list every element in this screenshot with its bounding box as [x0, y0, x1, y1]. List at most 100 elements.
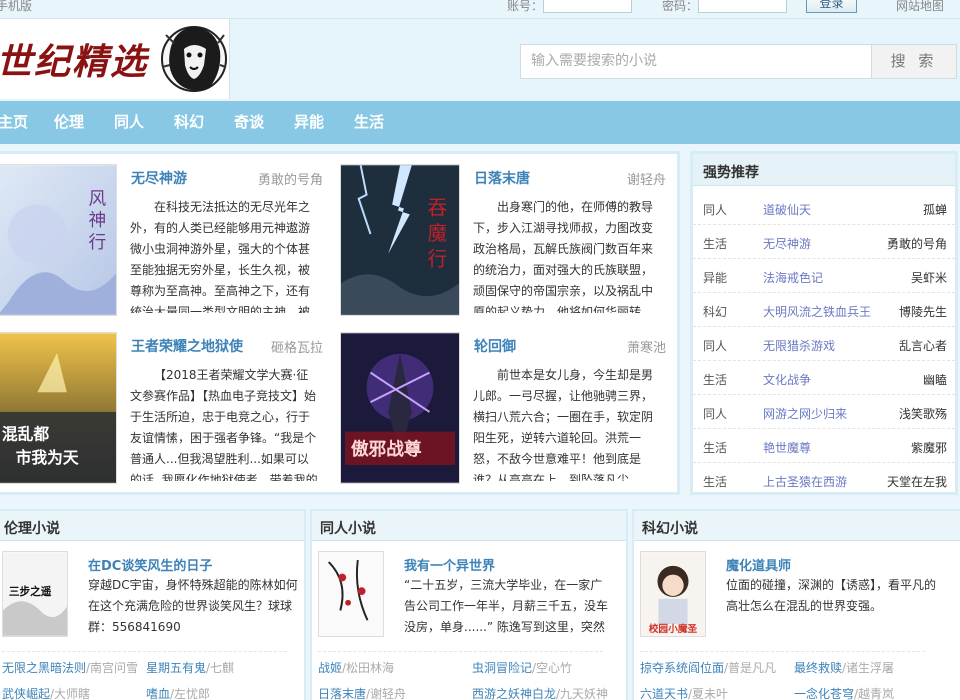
book-title-link[interactable]: 无尽神游	[131, 168, 187, 188]
book-description: “二十五岁，三流大学毕业，在一家广告公司工作一年半，月薪三千五，没车没房，单身.…	[404, 578, 609, 634]
book-title-link[interactable]: 轮回御	[474, 336, 516, 356]
book-thumbnail[interactable]: 三步之遥	[2, 551, 68, 637]
nav-item-life[interactable]: 生活	[354, 101, 384, 144]
recommend-panel: 强势推荐 同人 道破仙天 孤蝉 生活 无尽神游 勇敢的号角 异能 法海戒色记 吴…	[690, 151, 958, 495]
recommend-category[interactable]: 生活	[703, 235, 727, 252]
book-description: 【2018王者荣耀文学大赛·征文参赛作品】【热血电子竞技文】始于生活所迫，忠于电…	[130, 368, 318, 481]
account-label: 账号：	[507, 0, 544, 13]
book-title-link[interactable]: 在DC谈笑风生的日子	[88, 555, 212, 574]
book-link[interactable]: 西游之妖神白龙/九天妖神	[472, 685, 608, 700]
recommend-category[interactable]: 异能	[703, 269, 727, 286]
recommend-author[interactable]: 孤蝉	[923, 201, 947, 218]
main-nav: 主页 伦理 同人 科幻 奇谈 异能 生活	[0, 101, 960, 144]
password-label: 密码：	[662, 0, 699, 13]
book-title-link[interactable]: 魔化道具师	[726, 555, 791, 574]
recommend-author[interactable]: 浅笑歌殇	[899, 405, 947, 422]
svg-text:校园小魔圣: 校园小魔圣	[649, 622, 698, 635]
recommend-book-link[interactable]: 文化战争	[763, 371, 811, 388]
recommend-author[interactable]: 乱言心者	[899, 337, 947, 354]
svg-text:行: 行	[428, 248, 448, 271]
recommend-book-link[interactable]: 网游之网少归来	[763, 405, 847, 422]
recommend-author[interactable]: 博陵先生	[899, 303, 947, 320]
svg-text:魔: 魔	[428, 222, 448, 245]
book-cover[interactable]: 傲邪战尊	[340, 332, 460, 484]
book-title-link[interactable]: 王者荣耀之地狱使	[131, 336, 243, 356]
book-author[interactable]: 萧寒池	[627, 337, 666, 356]
recommend-book-link[interactable]: 上古圣猿在西游	[763, 473, 847, 490]
svg-text:吞: 吞	[428, 196, 448, 219]
book-thumbnail[interactable]	[318, 551, 384, 637]
recommend-row: 生活 上古圣猿在西游 天堂在左我	[693, 463, 955, 497]
book-thumbnail[interactable]: 校园小魔圣	[640, 551, 706, 637]
recommend-category[interactable]: 同人	[703, 201, 727, 218]
recommend-category[interactable]: 生活	[703, 371, 727, 388]
book-cover[interactable]: 混乱都 市我为天	[0, 332, 117, 484]
ethics-section: 伦理小说 三步之遥 在DC谈笑风生的日子 穿越DC宇宙，身怀特殊超能的陈林如何在…	[0, 509, 306, 700]
nav-item-scifi[interactable]: 科幻	[174, 101, 204, 144]
login-button[interactable]: 登录	[806, 0, 857, 13]
recommend-row: 生活 艳世魔尊 紫魔邪	[693, 429, 955, 463]
section-title[interactable]: 科幻小说	[642, 518, 698, 538]
book-link[interactable]: 嗜血/左忧郎	[146, 685, 210, 700]
account-input[interactable]	[543, 0, 632, 13]
featured-books-panel: 风 神 行 无尽神游 勇敢的号角 在科技无法抵达的无尽光年之外，有的人类已经能够…	[0, 151, 680, 495]
nav-item-fanfic[interactable]: 同人	[114, 101, 144, 144]
section-header: 同人小说	[312, 511, 626, 541]
recommend-author[interactable]: 幽瞌	[923, 371, 947, 388]
book-link[interactable]: 无限之黑暗法则/南宫问雪	[2, 659, 138, 676]
recommend-author[interactable]: 天堂在左我	[887, 473, 947, 490]
book-link[interactable]: 掠夺系统阎位面/普是凡凡	[640, 659, 776, 676]
sitemap-link[interactable]: 网站地图	[896, 0, 944, 14]
lion-logo-icon	[161, 26, 227, 92]
recommend-book-link[interactable]: 法海戒色记	[763, 269, 823, 286]
recommend-book-link[interactable]: 道破仙天	[763, 201, 811, 218]
divider	[640, 651, 925, 652]
password-input[interactable]	[698, 0, 787, 13]
book-link[interactable]: 虫洞冒险记/空心竹	[472, 659, 572, 676]
svg-text:傲邪战尊: 傲邪战尊	[351, 438, 422, 460]
book-link[interactable]: 最终救赎/诸生浮屠	[794, 659, 894, 676]
recommend-category[interactable]: 科幻	[703, 303, 727, 320]
recommend-book-link[interactable]: 无限猎杀游戏	[763, 337, 835, 354]
recommend-book-link[interactable]: 大明风流之铁血兵王	[763, 303, 871, 320]
section-title[interactable]: 同人小说	[320, 518, 376, 538]
recommend-row: 生活 文化战争 幽瞌	[693, 361, 955, 395]
book-author[interactable]: 勇敢的号角	[258, 169, 323, 188]
section-title[interactable]: 伦理小说	[4, 518, 60, 538]
recommend-category[interactable]: 生活	[703, 473, 727, 490]
book-author[interactable]: 砸格瓦拉	[271, 337, 323, 356]
book-title-link[interactable]: 日落末唐	[474, 168, 530, 188]
book-link[interactable]: 一念化苍穹/越青岚	[794, 685, 894, 700]
recommend-category[interactable]: 同人	[703, 405, 727, 422]
book-author[interactable]: 谢轻舟	[627, 169, 666, 188]
book-description: 在科技无法抵达的无尽光年之外，有的人类已经能够用元神遨游微小虫洞神游外星，强大的…	[130, 200, 311, 313]
recommend-category[interactable]: 生活	[703, 439, 727, 456]
svg-text:三步之遥: 三步之遥	[9, 585, 52, 598]
book-cover[interactable]: 吞 魔 行	[340, 164, 460, 316]
book-cover[interactable]: 风 神 行	[0, 164, 117, 316]
book-title-link[interactable]: 我有一个异世界	[404, 555, 495, 574]
site-logo[interactable]: 世纪精选	[0, 19, 230, 99]
book-link[interactable]: 战姬/松田林海	[318, 659, 394, 676]
book-link[interactable]: 星期五有鬼/七麒	[146, 659, 234, 676]
nav-item-ethics[interactable]: 伦理	[54, 101, 84, 144]
svg-text:混乱都: 混乱都	[2, 424, 49, 443]
recommend-author[interactable]: 吴虾米	[911, 269, 947, 286]
book-link[interactable]: 武侠崛起/大师瞎	[2, 685, 90, 700]
recommend-book-link[interactable]: 无尽神游	[763, 235, 811, 252]
recommend-category[interactable]: 同人	[703, 337, 727, 354]
svg-text:神: 神	[88, 210, 106, 231]
section-header: 科幻小说	[634, 511, 960, 541]
search-button[interactable]: 搜 索	[871, 44, 957, 79]
book-link[interactable]: 日落末唐/谢轻舟	[318, 685, 406, 700]
nav-item-home[interactable]: 主页	[0, 101, 28, 144]
recommend-author[interactable]: 勇敢的号角	[887, 235, 947, 252]
nav-item-ability[interactable]: 异能	[294, 101, 324, 144]
top-bar: 手机版 账号： 密码： 登录 网站地图	[0, 0, 960, 19]
search-input[interactable]: 输入需要搜索的小说	[520, 44, 872, 79]
recommend-author[interactable]: 紫魔邪	[911, 439, 947, 456]
recommend-book-link[interactable]: 艳世魔尊	[763, 439, 811, 456]
nav-item-strange[interactable]: 奇谈	[234, 101, 264, 144]
book-link[interactable]: 六道天书/夏未叶	[640, 685, 728, 700]
mobile-version-link[interactable]: 手机版	[0, 0, 32, 14]
